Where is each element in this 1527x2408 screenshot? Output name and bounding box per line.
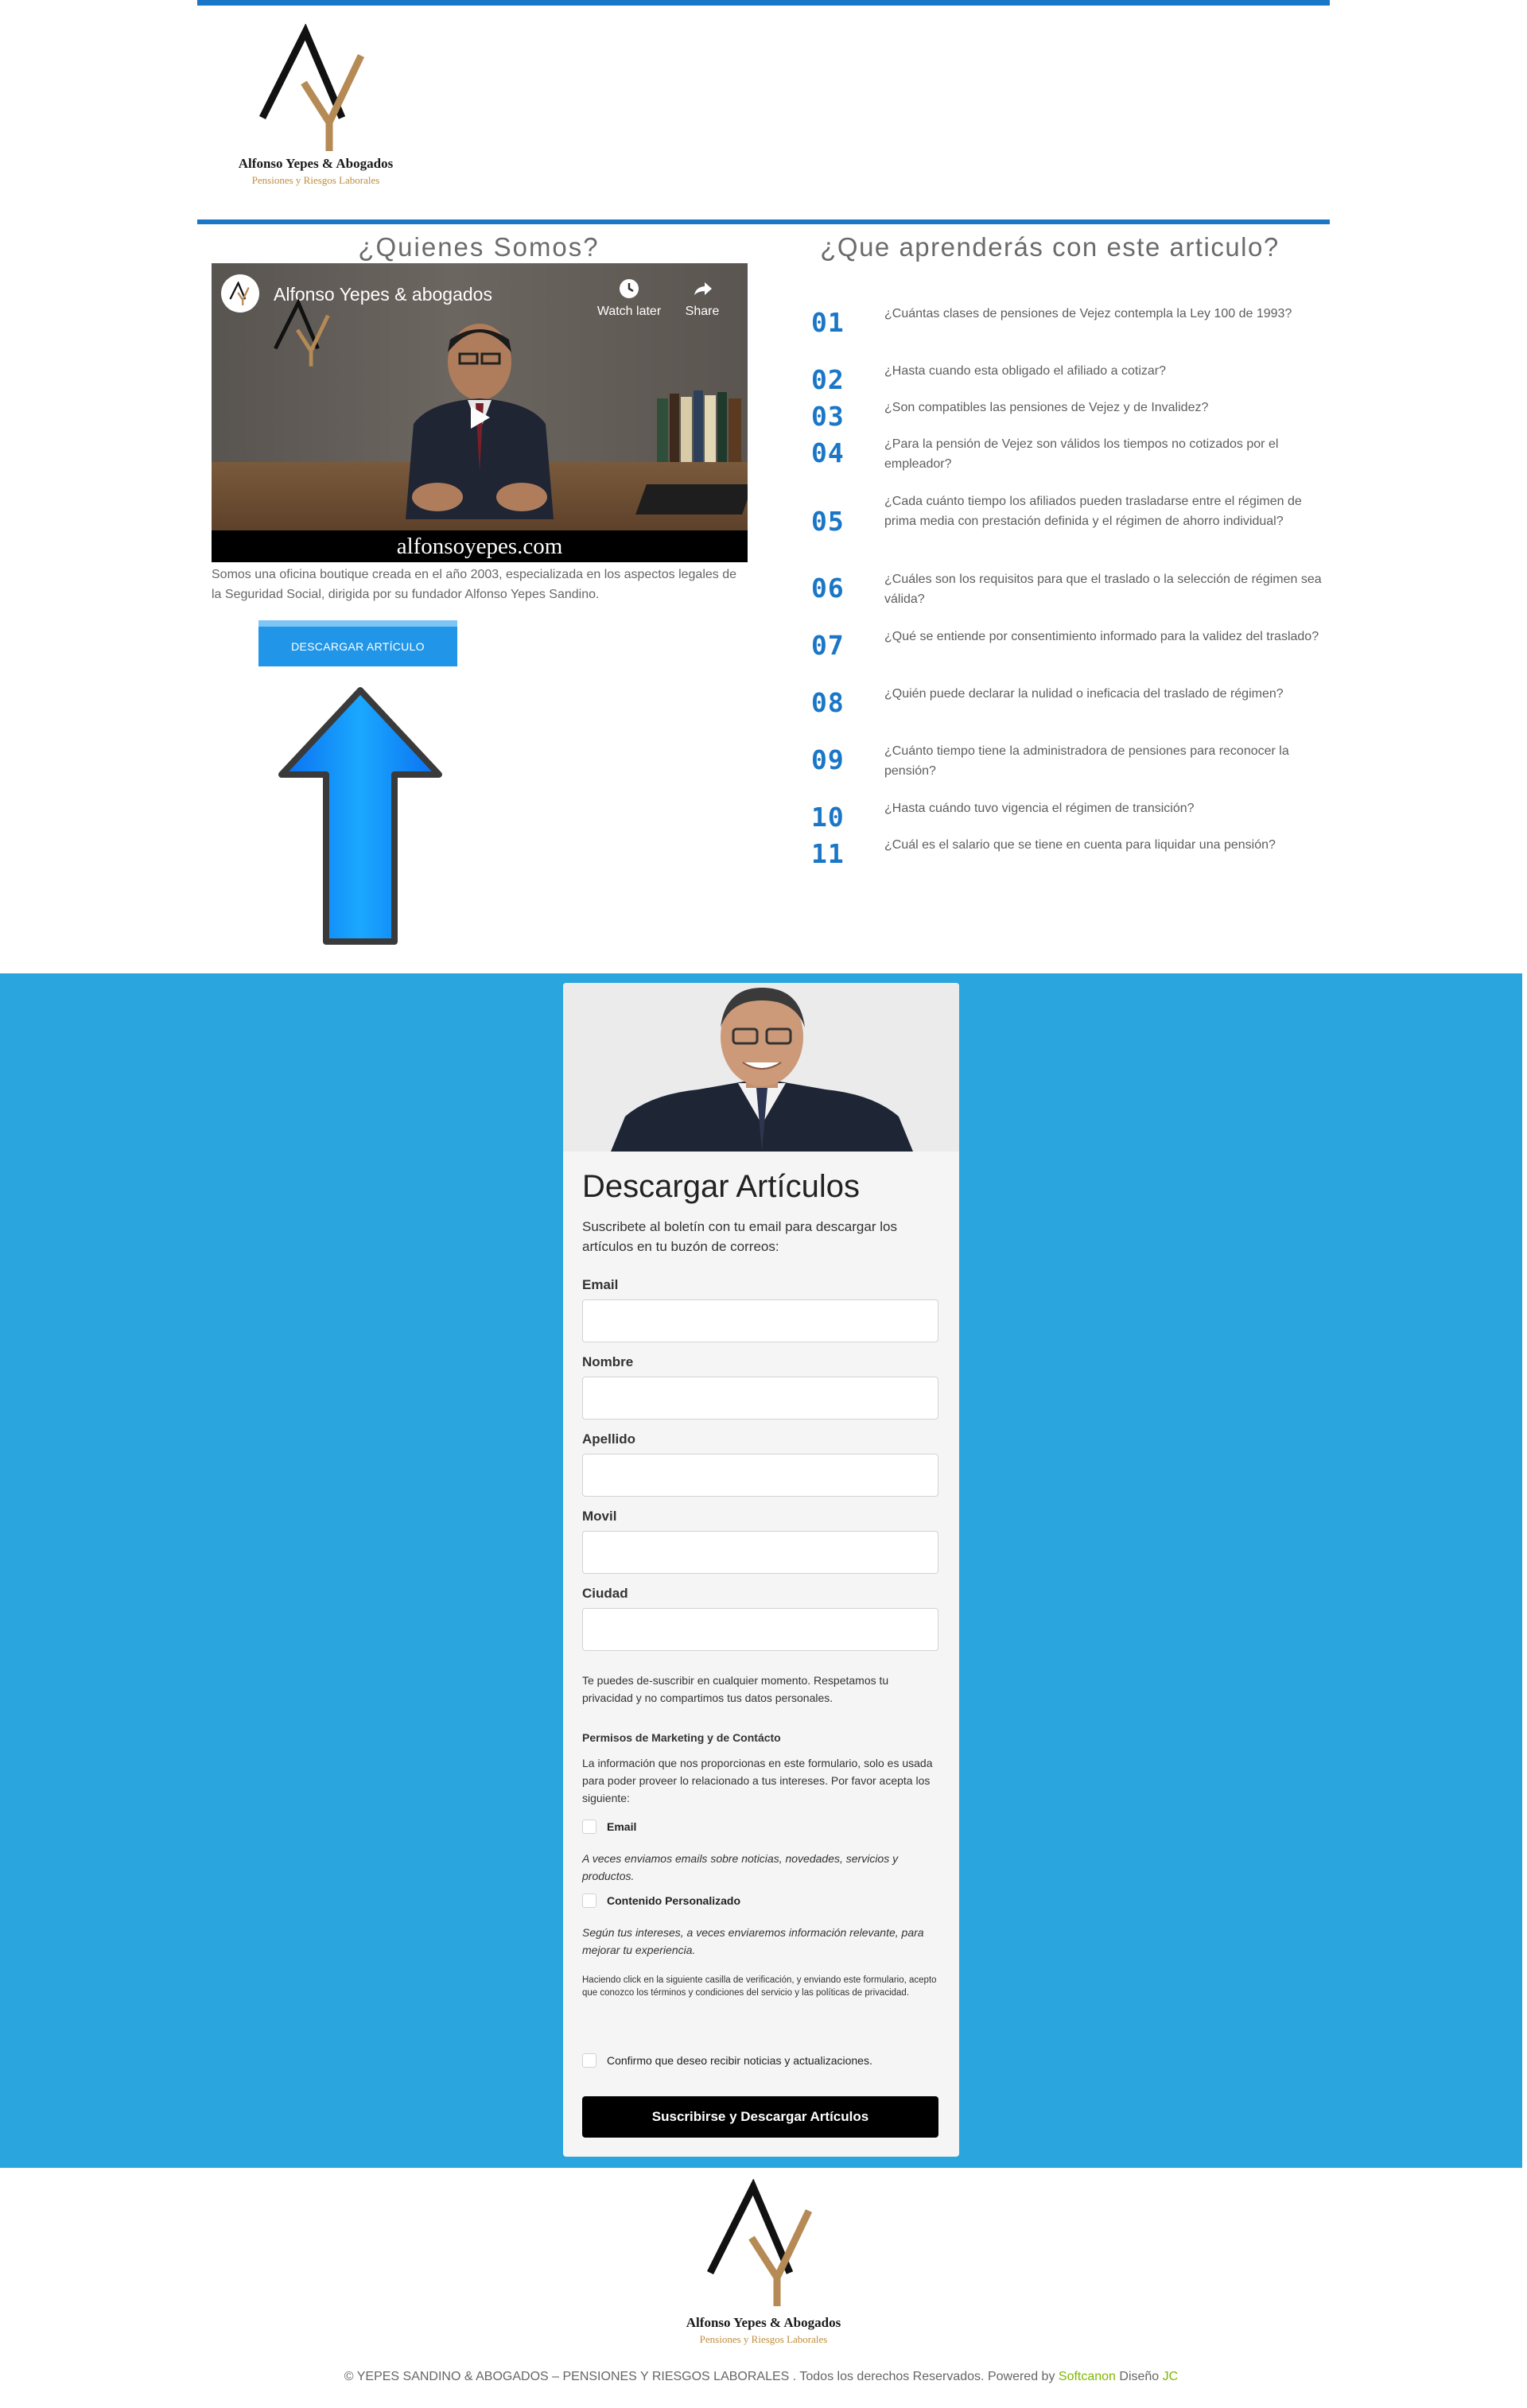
video-url-text: alfonsoyepes.com bbox=[396, 534, 563, 559]
nombre-label: Nombre bbox=[582, 1354, 634, 1369]
site-logo[interactable]: Alfonso Yepes & Abogados Pensiones y Rie… bbox=[224, 24, 407, 191]
channel-logo-icon bbox=[229, 282, 250, 305]
opt-email-checkbox[interactable] bbox=[582, 1820, 596, 1834]
download-article-button[interactable]: DESCARGAR ARTÍCULO bbox=[258, 620, 457, 666]
ciudad-label: Ciudad bbox=[582, 1586, 628, 1601]
opt-content-desc: Según tus intereses, a veces enviaremos … bbox=[582, 1926, 924, 1956]
apellido-label: Apellido bbox=[582, 1431, 636, 1447]
terms-text: Haciendo click en la siguiente casilla d… bbox=[582, 1975, 937, 1998]
opt-email-desc: A veces enviamos emails sobre noticias, … bbox=[582, 1852, 899, 1882]
question-number: 02 bbox=[811, 364, 845, 395]
confirm-checkbox-row[interactable]: Confirmo que deseo recibir noticias y ac… bbox=[582, 2053, 872, 2068]
about-description: Somos una oficina boutique creada en el … bbox=[212, 568, 737, 601]
question-text: ¿Cuáles son los requisitos para que el t… bbox=[884, 573, 1322, 606]
movil-field[interactable] bbox=[582, 1531, 938, 1574]
opt-email-checkbox-row[interactable]: Email bbox=[582, 1820, 636, 1834]
question-text: ¿Cuál es el salario que se tiene en cuen… bbox=[884, 838, 1276, 852]
question-text: ¿Hasta cuando esta obligado el afiliado … bbox=[884, 364, 1166, 378]
share-button[interactable]: Share bbox=[666, 278, 738, 319]
learn-heading: ¿Que aprenderás con este articulo? bbox=[820, 232, 1280, 262]
question-text: ¿Quién puede declarar la nulidad o inefi… bbox=[884, 687, 1284, 701]
question-text: ¿Qué se entiende por consentimiento info… bbox=[884, 630, 1319, 643]
question-text: ¿Cada cuánto tiempo los afiliados pueden… bbox=[884, 495, 1302, 528]
opt-content-checkbox-row[interactable]: Contenido Personalizado bbox=[582, 1893, 740, 1908]
unsubscribe-note: Te puedes de-suscribir en cualquier mome… bbox=[582, 1674, 889, 1704]
clock-icon bbox=[620, 279, 639, 298]
opt-content-label: Contenido Personalizado bbox=[607, 1894, 741, 1907]
softcanon-link[interactable]: Softcanon bbox=[1059, 2370, 1116, 2383]
question-number: 10 bbox=[811, 802, 845, 833]
question-number: 11 bbox=[811, 838, 845, 869]
footer-logo[interactable]: Alfonso Yepes & Abogados Pensiones y Rie… bbox=[644, 2178, 883, 2346]
email-field[interactable] bbox=[582, 1299, 938, 1342]
jc-link[interactable]: JC bbox=[1163, 2370, 1179, 2383]
copyright-text: © YEPES SANDINO & ABOGADOS – PENSIONES Y… bbox=[344, 2370, 1059, 2383]
marketing-heading: Permisos de Marketing y de Contácto bbox=[582, 1731, 781, 1744]
question-number: 05 bbox=[811, 506, 845, 537]
opt-email-label: Email bbox=[607, 1820, 637, 1833]
footer-logo-mark-icon bbox=[706, 2178, 813, 2306]
channel-avatar[interactable] bbox=[221, 274, 259, 313]
apellido-field[interactable] bbox=[582, 1454, 938, 1497]
header-divider bbox=[197, 219, 1330, 224]
share-icon bbox=[694, 282, 712, 295]
share-label: Share bbox=[685, 305, 720, 318]
footer-logo-name: Alfonso Yepes & Abogados bbox=[686, 2315, 841, 2330]
play-icon[interactable] bbox=[464, 403, 493, 432]
watch-later-label: Watch later bbox=[596, 305, 662, 318]
logo-name: Alfonso Yepes & Abogados bbox=[238, 156, 394, 171]
question-number: 09 bbox=[811, 744, 845, 775]
logo-mark-icon bbox=[258, 24, 365, 151]
copyright: © YEPES SANDINO & ABOGADOS – PENSIONES Y… bbox=[0, 2370, 1522, 2384]
question-number: 01 bbox=[811, 307, 845, 338]
design-text: Diseño bbox=[1115, 2370, 1163, 2383]
logo-subtitle: Pensiones y Riesgos Laborales bbox=[251, 174, 380, 186]
form-title: Descargar Artículos bbox=[582, 1169, 861, 1204]
email-label: Email bbox=[582, 1277, 619, 1292]
lawyer-portrait-icon bbox=[563, 983, 959, 1152]
opt-content-checkbox[interactable] bbox=[582, 1893, 596, 1908]
video-player[interactable]: Alfonso Yepes & abogados Watch later Sha… bbox=[212, 263, 748, 562]
top-divider bbox=[197, 0, 1330, 6]
subscribe-form-card: Descargar Artículos Suscribete al boletí… bbox=[563, 983, 959, 2157]
question-number: 08 bbox=[811, 687, 845, 718]
question-text: ¿Para la pensión de Vejez son válidos lo… bbox=[884, 437, 1279, 471]
marketing-text: La información que nos proporcionas en e… bbox=[582, 1757, 933, 1804]
question-number: 07 bbox=[811, 630, 845, 661]
question-text: ¿Hasta cuándo tuvo vigencia el régimen d… bbox=[884, 802, 1195, 815]
question-number: 06 bbox=[811, 573, 845, 604]
lawyer-photo bbox=[563, 983, 959, 1152]
watch-later-button[interactable]: Watch later bbox=[593, 278, 665, 319]
form-intro: Suscribete al boletín con tu email para … bbox=[582, 1219, 897, 1254]
arrow-up-icon bbox=[278, 687, 442, 945]
bookshelf-icon bbox=[657, 390, 741, 462]
question-text: ¿Cuántas clases de pensiones de Vejez co… bbox=[884, 307, 1292, 320]
question-number: 03 bbox=[811, 401, 845, 432]
confirm-checkbox[interactable] bbox=[582, 2053, 596, 2068]
question-number: 04 bbox=[811, 437, 845, 468]
video-url-banner: alfonsoyepes.com bbox=[212, 530, 748, 562]
about-heading: ¿Quienes Somos? bbox=[358, 232, 600, 262]
video-watermark-icon bbox=[274, 298, 330, 367]
movil-label: Movil bbox=[582, 1509, 617, 1524]
ciudad-field[interactable] bbox=[582, 1608, 938, 1651]
video-keyboard bbox=[635, 484, 748, 515]
question-text: ¿Cuánto tiempo tiene la administradora d… bbox=[884, 744, 1289, 778]
question-text: ¿Son compatibles las pensiones de Vejez … bbox=[884, 401, 1209, 414]
nombre-field[interactable] bbox=[582, 1377, 938, 1420]
footer-logo-subtitle: Pensiones y Riesgos Laborales bbox=[699, 2333, 828, 2345]
subscribe-submit-button[interactable]: Suscribirse y Descargar Artículos bbox=[582, 2096, 938, 2138]
confirm-label: Confirmo que deseo recibir noticias y ac… bbox=[607, 2054, 872, 2067]
